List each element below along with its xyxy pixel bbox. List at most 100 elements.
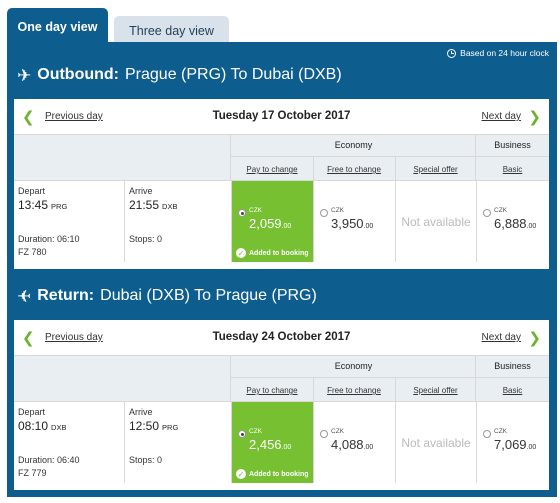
fare-option-pay-to-change[interactable]: CZK 2,059.00 ✓ Added to booking [231,181,313,262]
arrive-label: Arrive [129,186,153,196]
arrive-time: 12:50 PRG [129,419,179,433]
duration: Duration: 06:40 [18,455,80,465]
fare-type-basic[interactable]: Basic [476,165,549,174]
fare-type-special-offer[interactable]: Special offer [395,165,476,174]
flight-header [14,135,231,180]
previous-day-link[interactable]: Previous day [45,111,103,122]
flight-row: Depart 08:10 DXB Duration: 06:40 FZ 779 A… [14,401,549,483]
fare-radio[interactable] [320,430,328,438]
business-header: Business Basic [476,356,549,401]
fare-radio[interactable] [238,209,246,217]
depart-label: Depart [18,186,46,196]
return-card: ❮ Previous day Tuesday 24 October 2017 N… [14,320,549,490]
outbound-card: ❮ Previous day Tuesday 17 October 2017 N… [14,99,549,269]
cabin-business-label: Business [494,140,531,150]
price: 2,059.00 [249,216,292,231]
price: 7,069.00 [494,437,537,452]
flight-selection-panel: Based on 24 hour clock ✈ Outbound: Pragu… [7,42,557,497]
clock-icon [447,48,457,58]
clock-note: Based on 24 hour clock [447,48,549,58]
fare-type-pay-to-change[interactable]: Pay to change [231,165,313,174]
leg-route: Dubai (DXB) To Prague (PRG) [100,287,317,304]
added-to-booking: ✓ Added to booking [236,248,309,258]
cabin-business-label: Business [494,361,531,371]
fare-type-basic[interactable]: Basic [476,386,549,395]
arrive-airport: DXB [162,202,178,211]
arrive-time: 21:55 DXB [129,198,178,212]
arrive-label: Arrive [129,407,153,417]
depart-time: 08:10 DXB [18,419,67,433]
fare-radio[interactable] [238,430,246,438]
fare-option-free-to-change[interactable]: CZK 3,950.00 [313,181,395,262]
next-day-link[interactable]: Next day [482,111,521,122]
chevron-right-icon[interactable]: ❯ [528,108,541,126]
price: 6,888.00 [494,216,537,231]
depart-info: Depart 13:45 PRG Duration: 06:10 FZ 780 [18,181,118,262]
flight-number: FZ 780 [18,247,47,257]
currency: CZK [249,207,262,214]
arrive-info: Arrive 12:50 PRG Stops: 0 [124,402,230,483]
fare-option-pay-to-change[interactable]: CZK 2,456.00 ✓ Added to booking [231,402,313,483]
currency: CZK [249,428,262,435]
currency: CZK [331,207,344,214]
flight-header [14,356,231,401]
flight-row: Depart 13:45 PRG Duration: 06:10 FZ 780 A… [14,180,549,262]
tab-one-day-view[interactable]: One day view [7,8,108,45]
chevron-right-icon[interactable]: ❯ [528,329,541,347]
depart-airport: DXB [51,423,67,432]
price: 2,456.00 [249,437,292,452]
arrive-info: Arrive 21:55 DXB Stops: 0 [124,181,230,262]
return-title: ✈ Return: Dubai (DXB) To Prague (PRG) [17,286,317,306]
chevron-left-icon[interactable]: ❮ [22,108,35,126]
check-icon: ✓ [236,469,246,479]
depart-info: Depart 08:10 DXB Duration: 06:40 FZ 779 [18,402,118,483]
fare-radio[interactable] [483,209,491,217]
day-navigation: ❮ Previous day Tuesday 17 October 2017 N… [14,99,549,135]
leg-kind: Return: [37,287,95,304]
currency: CZK [494,428,507,435]
fare-grid: Economy Pay to change Free to change Spe… [14,135,549,262]
leg-route: Prague (PRG) To Dubai (DXB) [125,66,342,83]
stops: Stops: 0 [129,455,163,465]
stops: Stops: 0 [129,234,163,244]
business-header: Business Basic [476,135,549,180]
not-available: Not available [401,436,471,450]
fare-type-free-to-change[interactable]: Free to change [313,165,395,174]
leg-kind: Outbound: [37,66,119,83]
fare-option-special-offer: Not available [395,181,476,262]
fare-option-special-offer: Not available [395,402,476,483]
previous-day-link[interactable]: Previous day [45,332,103,343]
arrive-airport: PRG [162,423,179,432]
fare-option-basic[interactable]: CZK 6,888.00 [476,181,549,262]
economy-header: Economy Pay to change Free to change Spe… [231,135,476,180]
clock-note-text: Based on 24 hour clock [460,48,549,58]
currency: CZK [494,207,507,214]
cabin-economy-label: Economy [334,140,373,150]
day-navigation: ❮ Previous day Tuesday 24 October 2017 N… [14,320,549,356]
fare-grid: Economy Pay to change Free to change Spe… [14,356,549,483]
next-day-link[interactable]: Next day [482,332,521,343]
fare-radio[interactable] [320,209,328,217]
view-tabs: One day view Three day view [7,8,557,45]
depart-time: 13:45 PRG [18,198,68,212]
not-available: Not available [401,215,471,229]
flight-number: FZ 779 [18,468,47,478]
fare-type-pay-to-change[interactable]: Pay to change [231,386,313,395]
fare-radio[interactable] [483,430,491,438]
chevron-left-icon[interactable]: ❮ [22,329,35,347]
fare-option-basic[interactable]: CZK 7,069.00 [476,402,549,483]
price: 4,088.00 [331,437,374,452]
duration: Duration: 06:10 [18,234,80,244]
price: 3,950.00 [331,216,374,231]
fare-type-free-to-change[interactable]: Free to change [313,386,395,395]
currency: CZK [331,428,344,435]
fare-option-free-to-change[interactable]: CZK 4,088.00 [313,402,395,483]
economy-header: Economy Pay to change Free to change Spe… [231,356,476,401]
depart-label: Depart [18,407,46,417]
tab-three-day-view[interactable]: Three day view [114,16,229,45]
plane-takeoff-icon: ✈ [17,65,32,85]
added-to-booking: ✓ Added to booking [236,469,309,479]
fare-type-special-offer[interactable]: Special offer [395,386,476,395]
cabin-economy-label: Economy [334,361,373,371]
plane-landing-icon: ✈ [17,286,32,306]
